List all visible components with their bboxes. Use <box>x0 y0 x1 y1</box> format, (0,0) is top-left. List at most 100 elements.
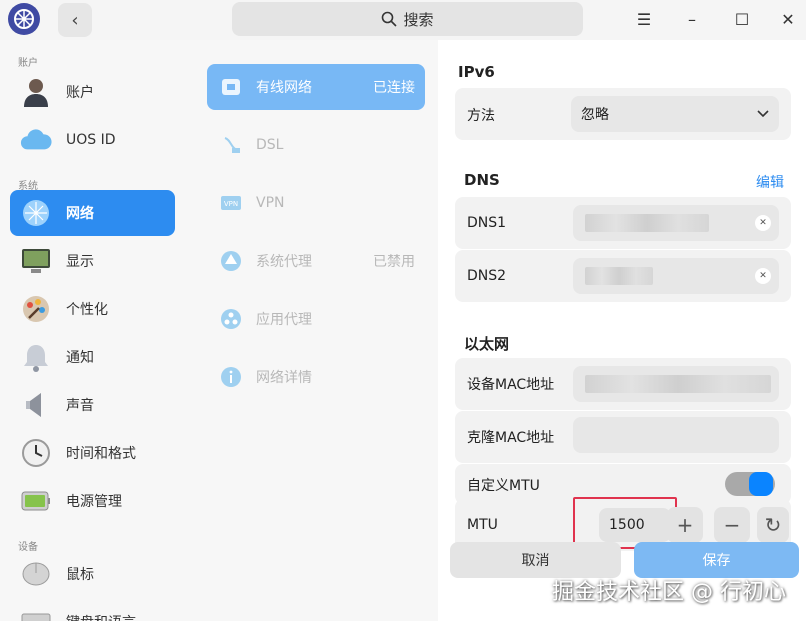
app-proxy-icon <box>220 308 242 330</box>
ipv6-method-value: 忽略 <box>581 107 609 123</box>
dns1-row: DNS1 ✕ <box>455 197 791 249</box>
section-title-dns: DNS <box>464 171 500 189</box>
menu-icon: ☰ <box>636 9 652 29</box>
close-button[interactable]: ✕ <box>774 6 802 32</box>
minimize-button[interactable]: – <box>678 6 706 32</box>
watermark: 掘金技术社区 @ 行初心 <box>552 580 786 605</box>
battery-icon <box>20 485 52 517</box>
title-bar: ‹ 搜索 ☰ – ☐ ✕ <box>0 0 806 40</box>
sidebar-item-personalization[interactable]: 个性化 <box>10 286 175 332</box>
group-label-account: 账户 <box>18 58 38 69</box>
mac-label: 设备MAC地址 <box>467 377 555 393</box>
dns2-row: DNS2 ✕ <box>455 250 791 302</box>
sidebar-item-datetime[interactable]: 时间和格式 <box>10 430 175 476</box>
sidebar-item-label: 显示 <box>66 254 94 270</box>
mac-row: 设备MAC地址 <box>455 358 791 410</box>
mtu-reset-button[interactable]: ↻ <box>757 507 789 543</box>
sidebar-item-label: UOS ID <box>66 132 116 148</box>
sidebar-item-notification[interactable]: 通知 <box>10 334 175 380</box>
mtu-decrease-button[interactable]: − <box>714 507 750 543</box>
vpn-icon: VPN <box>220 192 242 214</box>
cancel-button[interactable]: 取消 <box>450 542 621 578</box>
info-icon <box>220 366 242 388</box>
dns1-clear-icon[interactable]: ✕ <box>755 215 771 231</box>
settings-panel: IPv6 方法 忽略 DNS 编辑 DNS1 ✕ DNS2 ✕ 以太网 设备MA… <box>438 40 806 621</box>
save-button[interactable]: 保存 <box>634 542 799 578</box>
save-label: 保存 <box>702 553 731 569</box>
sidebar-item-keyboard[interactable]: 键盘和语言 <box>10 599 175 621</box>
account-icon <box>20 76 52 108</box>
dsl-icon <box>220 134 242 156</box>
mtu-value: 1500 <box>609 517 645 533</box>
network-menu-item-wired[interactable]: 有线网络 已连接 <box>207 64 425 110</box>
network-menu-item-vpn[interactable]: VPN VPN <box>207 180 425 226</box>
minimize-icon: – <box>688 9 696 29</box>
clock-icon <box>20 437 52 469</box>
plus-icon: + <box>676 513 694 537</box>
cloud-icon <box>20 124 52 156</box>
dns1-input[interactable]: ✕ <box>573 205 779 241</box>
network-menu-item-details[interactable]: 网络详情 <box>207 354 425 400</box>
sidebar-item-uos-id[interactable]: UOS ID <box>10 117 175 163</box>
network-menu-label: DSL <box>256 137 284 153</box>
connection-status: 已禁用 <box>373 254 415 270</box>
sidebar-item-mouse[interactable]: 鼠标 <box>10 551 175 597</box>
network-menu-item-dsl[interactable]: DSL <box>207 122 425 168</box>
sidebar-item-power[interactable]: 电源管理 <box>10 478 175 524</box>
mtu-input[interactable]: 1500 <box>599 508 671 542</box>
custom-mtu-toggle[interactable] <box>725 472 775 496</box>
network-menu-item-app-proxy[interactable]: 应用代理 <box>207 296 425 342</box>
network-menu-item-system-proxy[interactable]: 系统代理 已禁用 <box>207 238 425 284</box>
maximize-button[interactable]: ☐ <box>728 6 756 32</box>
chevron-down-icon <box>757 110 769 118</box>
dns2-input[interactable]: ✕ <box>573 258 779 294</box>
maximize-icon: ☐ <box>734 9 750 29</box>
dns-edit-link[interactable]: 编辑 <box>756 172 784 192</box>
proxy-icon <box>220 250 242 272</box>
sidebar-item-label: 鼠标 <box>66 567 94 583</box>
display-icon <box>20 245 52 277</box>
dns2-clear-icon[interactable]: ✕ <box>755 268 771 284</box>
search-input[interactable]: 搜索 <box>232 2 583 36</box>
keyboard-icon <box>20 606 52 621</box>
menu-button[interactable]: ☰ <box>630 6 658 32</box>
cancel-label: 取消 <box>521 553 550 569</box>
wired-icon <box>220 76 242 98</box>
back-button[interactable]: ‹ <box>58 3 92 37</box>
sidebar-item-display[interactable]: 显示 <box>10 238 175 284</box>
network-menu-label: VPN <box>256 195 285 211</box>
network-menu-label: 系统代理 <box>256 254 312 270</box>
sidebar-item-label: 通知 <box>66 350 94 366</box>
chevron-left-icon: ‹ <box>71 9 79 31</box>
sidebar-item-label: 网络 <box>66 206 94 222</box>
sidebar-item-label: 个性化 <box>66 302 108 318</box>
bell-icon <box>20 341 52 373</box>
search-label: 搜索 <box>403 10 434 29</box>
mtu-increase-button[interactable]: + <box>667 507 703 543</box>
sidebar: 账户 账户 UOS ID 系统 网络 显示 个性化 通知 声音 时间和格式 电源… <box>0 40 190 621</box>
close-icon: ✕ <box>781 9 795 29</box>
mouse-icon <box>20 558 52 590</box>
section-title-ipv6: IPv6 <box>458 63 495 81</box>
sidebar-item-label: 电源管理 <box>66 494 122 510</box>
mac-value-redacted <box>585 375 771 393</box>
mac-select[interactable] <box>573 366 779 402</box>
network-icon <box>20 197 52 229</box>
dns2-value-redacted <box>585 267 653 285</box>
sidebar-item-sound[interactable]: 声音 <box>10 382 175 428</box>
clone-mac-label: 克隆MAC地址 <box>467 430 555 446</box>
clone-mac-input[interactable] <box>573 417 779 453</box>
sidebar-item-network[interactable]: 网络 <box>10 190 175 236</box>
dns1-value-redacted <box>585 214 709 232</box>
dns2-label: DNS2 <box>467 268 507 284</box>
search-icon <box>382 11 398 27</box>
ipv6-method-select[interactable]: 忽略 <box>571 96 779 132</box>
sidebar-item-label: 账户 <box>66 85 94 101</box>
network-menu-label: 有线网络 <box>256 80 312 96</box>
sidebar-item-account[interactable]: 账户 <box>10 69 175 115</box>
network-menu: 有线网络 已连接 DSL VPN VPN 系统代理 已禁用 应用代理 网络详情 <box>190 40 438 621</box>
minus-icon: − <box>723 513 741 537</box>
sidebar-item-label: 声音 <box>66 398 94 414</box>
reset-icon: ↻ <box>764 513 782 537</box>
section-title-ethernet: 以太网 <box>464 335 510 353</box>
